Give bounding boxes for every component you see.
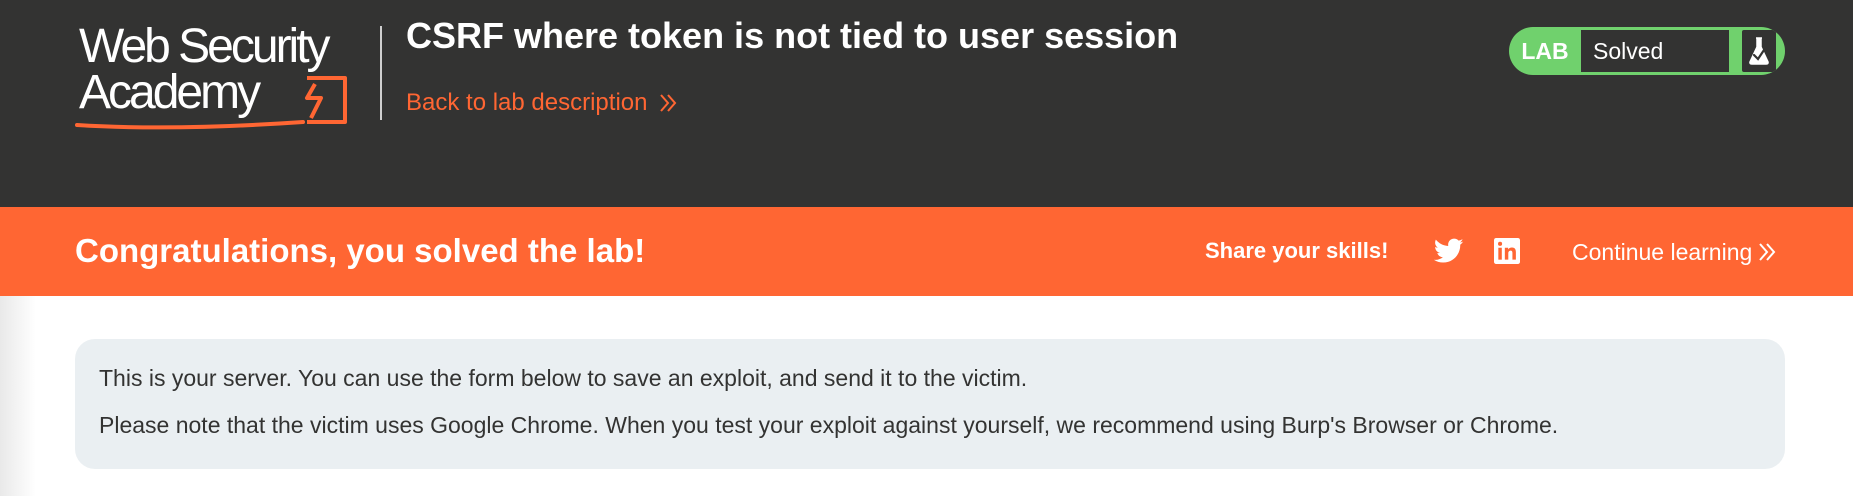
logo-underline (75, 120, 305, 130)
double-chevron-right-icon (659, 93, 677, 113)
academy-logo-graphic: Web Security Academy (75, 22, 347, 130)
linkedin-icon (1494, 238, 1520, 264)
continue-learning-label: Continue learning (1572, 239, 1753, 265)
congratulations-message: Congratulations, you solved the lab! (75, 232, 646, 269)
lab-solved-banner: Congratulations, you solved the lab! Sha… (0, 207, 1853, 296)
flask-icon (1732, 27, 1785, 75)
lab-status-text: Solved (1581, 30, 1729, 72)
browser-note-line: Please note that the victim uses Google … (99, 412, 1559, 438)
server-info-line: This is your server. You can use the for… (99, 365, 1028, 391)
logo-bolt-icon (305, 76, 347, 124)
logo-line2: Academy (79, 66, 261, 119)
page-header: Web Security Academy CSRF where token is… (0, 0, 1853, 207)
lab-status-widget: LAB Solved (1509, 27, 1785, 75)
lab-title: CSRF where token is not tied to user ses… (406, 15, 1179, 56)
back-link-label: Back to lab description (406, 89, 648, 116)
twitter-icon (1434, 238, 1464, 263)
logo-divider (380, 26, 382, 120)
page-edge-shadow (0, 296, 36, 496)
back-to-lab-description-link[interactable]: Back to lab description (406, 88, 677, 118)
linkedin-share-button[interactable] (1493, 236, 1521, 266)
academy-logo[interactable]: Web Security Academy (75, 22, 355, 132)
twitter-share-button[interactable] (1433, 236, 1465, 266)
server-info-panel: This is your server. You can use the for… (75, 339, 1785, 469)
double-chevron-right-icon (1758, 242, 1776, 262)
share-skills-label: Share your skills! (1205, 238, 1389, 263)
continue-learning-link[interactable]: Continue learning (1572, 238, 1776, 266)
lab-status-label: LAB (1521, 38, 1569, 64)
